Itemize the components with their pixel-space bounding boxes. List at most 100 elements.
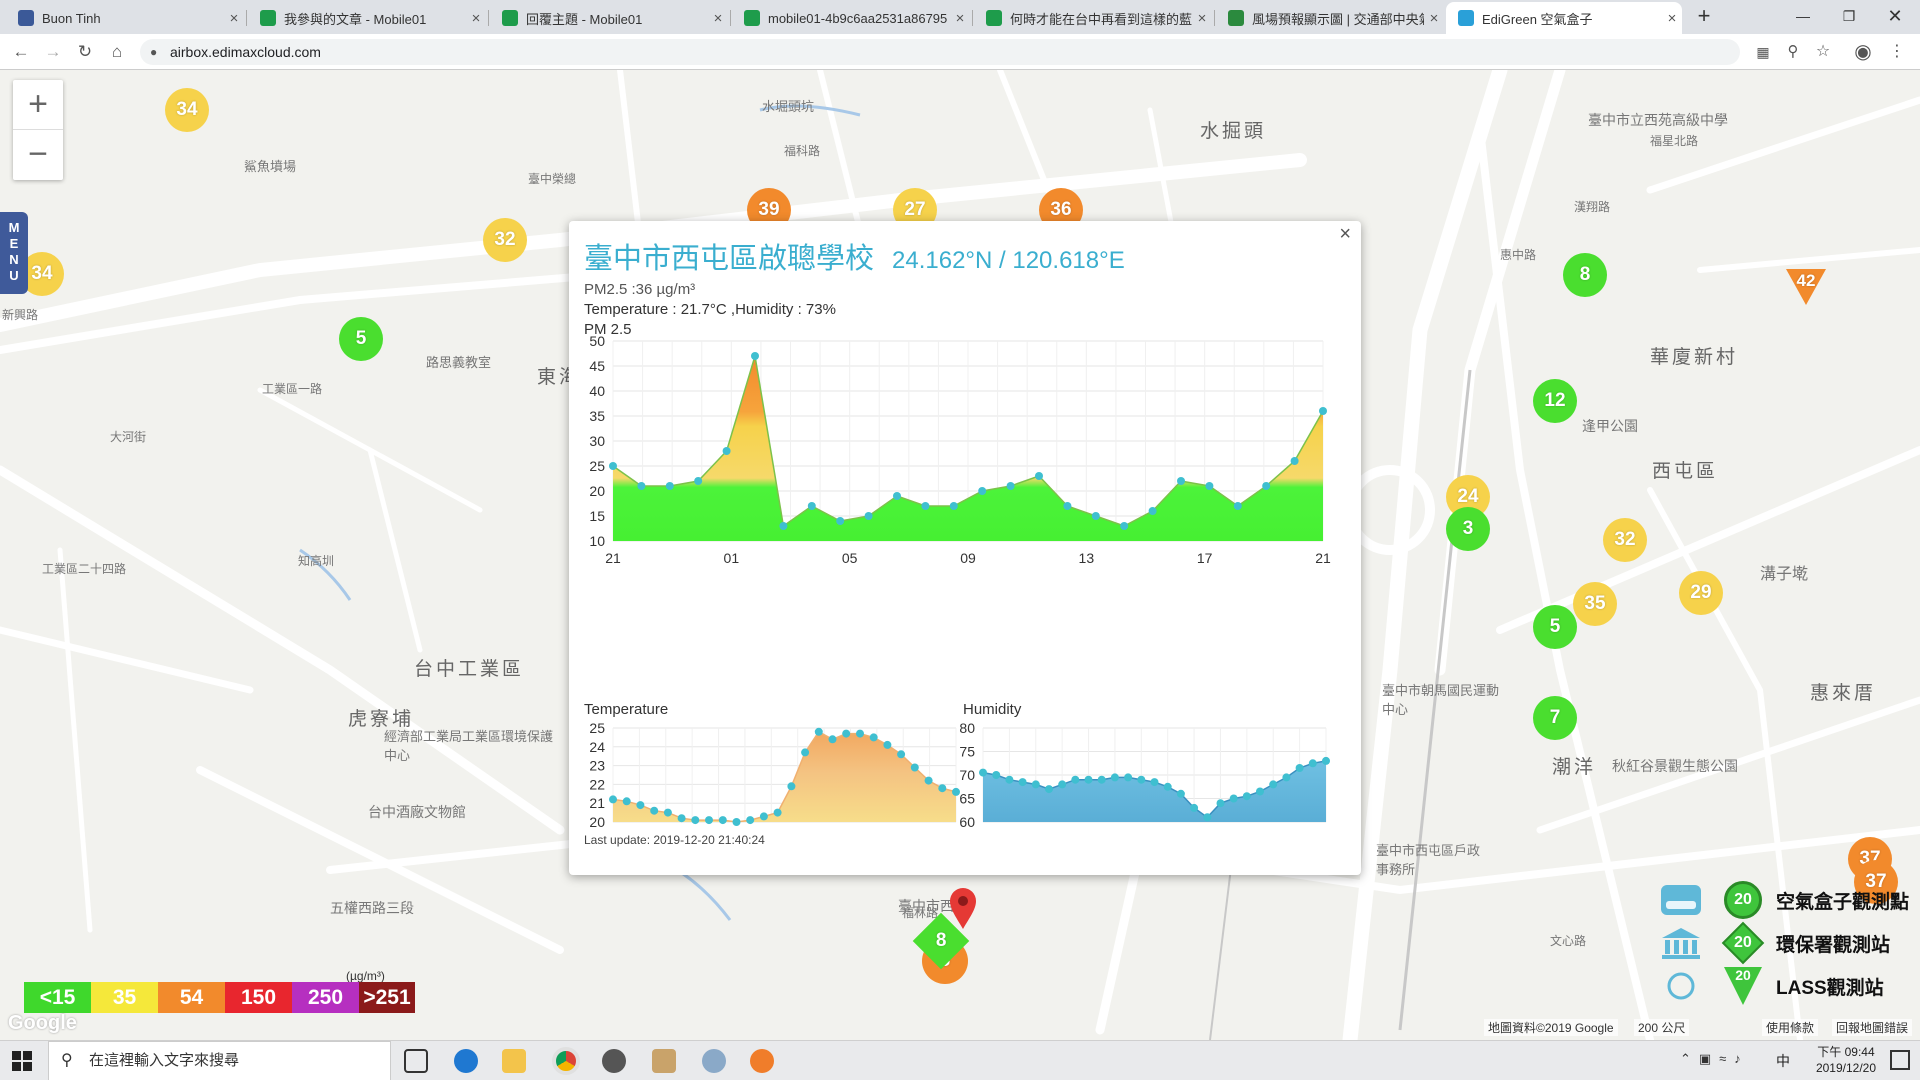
taskbar-clock[interactable]: 下午 09:44 2019/12/20	[1816, 1044, 1876, 1076]
data-point	[1216, 799, 1225, 808]
popup-close-button[interactable]: ×	[1339, 223, 1351, 246]
close-tab-icon[interactable]: ×	[466, 10, 486, 27]
close-tab-icon[interactable]: ×	[708, 10, 728, 27]
system-tray-icons[interactable]: ⌃▣≈♪	[1680, 1051, 1749, 1067]
close-tab-icon[interactable]: ×	[1192, 10, 1212, 27]
data-point	[883, 740, 892, 749]
translate-icon[interactable]: ▦	[1752, 41, 1774, 63]
close-tab-icon[interactable]: ×	[1424, 10, 1444, 27]
tab-buon-tinh[interactable]: Buon Tinh ×	[6, 2, 244, 34]
data-point	[637, 482, 646, 490]
sensor-marker[interactable]: 12	[1533, 379, 1577, 423]
app-icon-2[interactable]	[652, 1049, 676, 1073]
edge-icon[interactable]	[454, 1049, 478, 1073]
data-point	[836, 517, 845, 525]
sensor-marker[interactable]: 8	[1563, 253, 1607, 297]
scale-step: 150	[225, 982, 292, 1013]
zoom-out-button[interactable]: −	[13, 130, 63, 180]
minimize-icon[interactable]: —	[1780, 4, 1826, 28]
map-attribution: 地圖資料©2019 Google	[1484, 1019, 1618, 1036]
sensor-marker[interactable]: 32	[483, 218, 527, 262]
scale-unit: (µg/m³)	[346, 969, 385, 983]
map-label: 福星北路	[1650, 134, 1699, 148]
sensor-marker[interactable]: 5	[339, 317, 383, 361]
airbox-icon	[1661, 885, 1701, 915]
data-point	[869, 733, 878, 742]
terms-link[interactable]: 使用條款	[1762, 1019, 1819, 1036]
windows-start-icon[interactable]	[12, 1051, 32, 1071]
menu-button[interactable]: MENU	[0, 212, 28, 294]
back-icon[interactable]: ←	[10, 41, 32, 63]
forward-icon[interactable]: →	[42, 41, 64, 63]
tab-edigreen[interactable]: EdiGreen 空氣盒子 ×	[1446, 2, 1682, 34]
tab-taichung-blue[interactable]: 何時才能在台中再看到這樣的藍 ×	[974, 2, 1212, 34]
data-point	[1006, 482, 1015, 490]
data-point	[1045, 785, 1053, 794]
close-tab-icon[interactable]: ×	[1662, 10, 1682, 27]
data-point	[1091, 512, 1100, 520]
tab-wind-forecast[interactable]: 風場預報顯示圖 | 交通部中央氣象 ×	[1216, 2, 1444, 34]
tab-mobile01-articles[interactable]: 我參與的文章 - Mobile01 ×	[248, 2, 486, 34]
tab-mobile01-reply[interactable]: 回覆主題 - Mobile01 ×	[490, 2, 728, 34]
tab-mobile01-id[interactable]: mobile01-4b9c6aa2531a86795 ×	[732, 2, 970, 34]
clock-date: 2019/12/20	[1815, 1061, 1876, 1075]
data-point	[759, 812, 768, 821]
report-link[interactable]: 回報地圖錯誤	[1832, 1019, 1913, 1036]
scale-step: 250	[292, 982, 359, 1013]
close-tab-icon[interactable]: ×	[950, 10, 970, 27]
reload-icon[interactable]: ↻	[74, 41, 96, 63]
data-point	[1176, 789, 1185, 798]
lock-icon: ●	[150, 45, 158, 59]
map-label: 水堀頭坑	[762, 99, 815, 114]
data-point	[1319, 407, 1327, 415]
close-tab-icon[interactable]: ×	[224, 10, 244, 27]
sensor-marker[interactable]: 34	[165, 88, 209, 132]
taskbar-search-box[interactable]: ⚲ 在這裡輸入文字來搜尋	[48, 1041, 391, 1080]
data-point	[801, 748, 810, 757]
restore-icon[interactable]: ❐	[1826, 4, 1872, 28]
map-label: 秋紅谷景觀生態公園	[1612, 758, 1738, 774]
blender-icon[interactable]	[750, 1049, 774, 1073]
app-icon-1[interactable]	[602, 1049, 626, 1073]
star-icon[interactable]: ☆	[1812, 41, 1834, 63]
app-icon-3[interactable]	[702, 1049, 726, 1073]
y-tick-label: 10	[589, 533, 605, 549]
sensor-marker[interactable]: 29	[1679, 571, 1723, 615]
zoom-in-button[interactable]: +	[13, 80, 63, 130]
notifications-icon[interactable]	[1890, 1050, 1910, 1070]
legend-epa: 20 環保署觀測站	[1660, 921, 1890, 965]
map-label: 工業區一路	[262, 382, 323, 396]
data-point	[718, 816, 727, 825]
more-menu-icon[interactable]: ⋮	[1886, 41, 1908, 63]
sensor-marker[interactable]: 5	[1533, 605, 1577, 649]
sensor-marker[interactable]: 32	[1603, 518, 1647, 562]
data-point	[1229, 794, 1238, 803]
x-tick-label: 21	[605, 550, 621, 565]
new-tab-button[interactable]: +	[1684, 4, 1724, 28]
sensor-marker[interactable]: 3	[1446, 507, 1490, 551]
data-point	[1084, 775, 1093, 784]
map-canvas[interactable]: 水掘頭 臺中市立西苑高級中學 華廈新村 西屯區 潮洋 惠來厝 虎寮埔 台中工業區…	[0, 70, 1920, 1040]
data-point	[751, 352, 759, 360]
file-explorer-icon[interactable]	[502, 1049, 526, 1073]
task-view-icon[interactable]	[404, 1049, 428, 1073]
url-bar[interactable]: ● airbox.edimaxcloud.com	[140, 39, 1740, 65]
data-point	[992, 771, 1001, 779]
edigreen-icon	[1458, 10, 1474, 26]
data-point	[1242, 792, 1251, 801]
facebook-icon	[18, 10, 34, 26]
data-point	[746, 816, 755, 825]
data-point	[650, 806, 659, 815]
window-close-icon[interactable]: ✕	[1872, 4, 1918, 28]
home-icon[interactable]: ⌂	[106, 41, 128, 63]
ime-indicator[interactable]: 中	[1776, 1051, 1790, 1071]
profile-icon[interactable]: ◉	[1852, 41, 1874, 63]
sensor-marker[interactable]: 7	[1533, 696, 1577, 740]
location-pin-icon[interactable]	[948, 887, 978, 931]
zoom-icon[interactable]: ⚲	[1782, 41, 1804, 63]
chrome-icon[interactable]	[552, 1047, 580, 1075]
sensor-marker[interactable]: 35	[1573, 582, 1617, 626]
map-label: 知高圳	[298, 554, 335, 568]
clock-time: 下午 09:44	[1817, 1045, 1875, 1059]
legend-circle-marker: 20	[1724, 881, 1762, 919]
